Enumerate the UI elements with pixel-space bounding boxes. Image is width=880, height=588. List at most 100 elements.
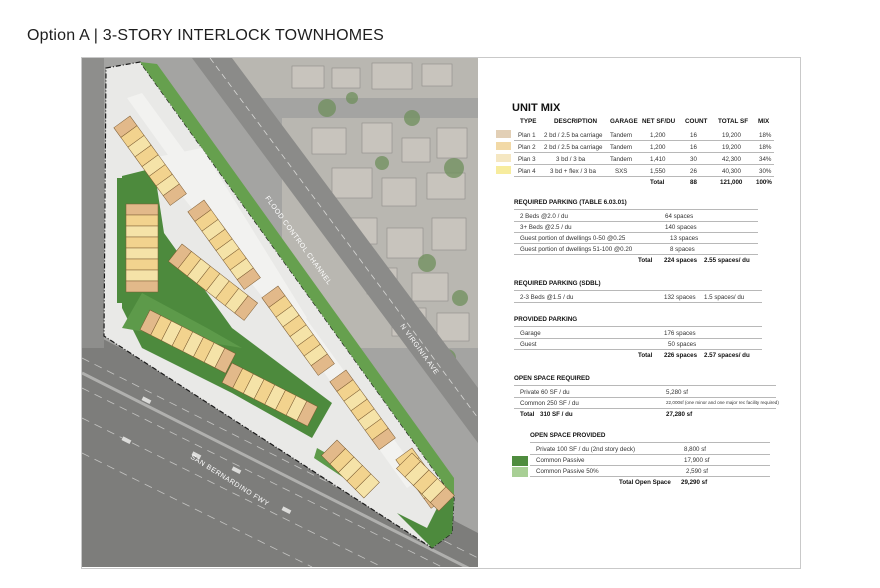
provided-garage-value: 176 spaces	[664, 330, 696, 337]
os-required-total-per-du: 310 SF / du	[540, 411, 573, 418]
provided-garage-label: Garage	[520, 330, 541, 337]
sdbl-row-ratio: 1.5 spaces/ du	[704, 294, 745, 301]
plan-2-total-sf: 19,200	[722, 144, 741, 151]
plan-2-swatch	[496, 142, 511, 150]
plan-3-description: 3 bd / 3 ba	[556, 156, 586, 163]
row-divider	[514, 408, 776, 409]
os-common-value: 22,000sf (one minor and one major rec fa…	[666, 400, 779, 405]
sdbl-parking-title: REQUIRED PARKING (SDBL)	[514, 280, 601, 287]
site-plan: FLOOD CONTROL CHANNEL N VIRGINIA AVE SAN…	[82, 58, 478, 567]
plan-2-type: Plan 2	[518, 144, 536, 151]
plan-1-count: 16	[690, 132, 697, 139]
plan-3-mix: 34%	[759, 156, 772, 163]
row-divider	[514, 338, 762, 339]
plan-3-type: Plan 3	[518, 156, 536, 163]
provided-parking-title: PROVIDED PARKING	[514, 316, 578, 323]
plan-4-type: Plan 4	[518, 168, 536, 175]
row-divider	[530, 454, 770, 455]
col-header-mix: MIX	[758, 118, 770, 125]
plan-2-garage: Tandem	[610, 144, 633, 151]
open-space-required-title: OPEN SPACE REQUIRED	[514, 375, 590, 382]
sdbl-row-value: 132 spaces	[664, 294, 696, 301]
plan-1-net-sf: 1,200	[650, 132, 666, 139]
plan-4-garage: SXS	[615, 168, 628, 175]
data-panel: UNIT MIX TYPE DESCRIPTION GARAGE NET SF/…	[478, 58, 798, 567]
col-header-type: TYPE	[520, 118, 537, 125]
plan-4-description: 3 bd + flex / 3 ba	[550, 168, 596, 175]
req-parking-row-4-value: 8 spaces	[670, 246, 695, 253]
plan-3-count: 30	[690, 156, 697, 163]
req-parking-row-2-label: 3+ Beds @2.5 / du	[520, 224, 572, 231]
os-common-label: Common 250 SF / du	[520, 400, 579, 407]
req-parking-total-ratio: 2.55 spaces/ du	[704, 257, 750, 264]
row-divider	[514, 152, 774, 153]
plan-1-total-sf: 19,200	[722, 132, 741, 139]
req-parking-row-3-value: 13 spaces	[670, 235, 699, 242]
req-parking-row-3-label: Guest portion of dwellings 0-50 @0.25	[520, 235, 626, 242]
req-parking-row-1-label: 2 Beds @2.0 / du	[520, 213, 568, 220]
common-passive-50-swatch	[512, 467, 528, 477]
row-divider	[530, 442, 770, 443]
plan-3-net-sf: 1,410	[650, 156, 666, 163]
req-parking-row-4-label: Guest portion of dwellings 51-100 @0.20	[520, 246, 633, 253]
row-divider	[514, 209, 758, 210]
plan-3-garage: Tandem	[610, 156, 633, 163]
plan-4-mix: 30%	[759, 168, 772, 175]
req-parking-total-value: 224 spaces	[664, 257, 698, 264]
req-parking-total-label: Total	[638, 257, 653, 264]
plan-2-mix: 18%	[759, 144, 772, 151]
required-parking-title: REQUIRED PARKING (TABLE 6.03.01)	[514, 199, 627, 206]
os-required-total-value: 27,280 sf	[666, 411, 693, 418]
unit-mix-title: UNIT MIX	[512, 102, 561, 114]
os-private-label: Private 60 SF / du	[520, 389, 570, 396]
os-private-value: 5,280 sf	[666, 389, 689, 396]
sdbl-row-label: 2-3 Beds @1.5 / du	[520, 294, 574, 301]
col-header-total-sf: TOTAL SF	[718, 118, 749, 125]
provided-guest-value: 50 spaces	[668, 341, 697, 348]
plan-1-type: Plan 1	[518, 132, 536, 139]
row-divider	[514, 302, 762, 303]
row-divider	[514, 164, 774, 165]
plan-3-total-sf: 42,300	[722, 156, 741, 163]
osp-common-passive-50-label: Common Passive 50%	[536, 468, 599, 475]
req-parking-row-1-value: 64 spaces	[665, 213, 694, 220]
provided-guest-label: Guest	[520, 341, 537, 348]
plan-2-description: 2 bd / 2.5 ba carriage	[544, 144, 603, 151]
plan-1-description: 2 bd / 2.5 ba carriage	[544, 132, 603, 139]
osp-total-label: Total Open Space	[619, 479, 671, 486]
open-space-provided-title: OPEN SPACE PROVIDED	[530, 432, 606, 439]
col-header-net-sf: NET SF/DU	[642, 118, 676, 125]
site-plan-drawing: FLOOD CONTROL CHANNEL N VIRGINIA AVE SAN…	[82, 58, 478, 567]
col-header-garage: GARAGE	[610, 118, 638, 125]
plan-4-swatch	[496, 166, 511, 174]
plan-4-total-sf: 40,300	[722, 168, 741, 175]
unit-mix-total-label: Total	[650, 179, 665, 186]
row-divider	[530, 465, 770, 466]
plan-2-count: 16	[690, 144, 697, 151]
row-divider	[514, 221, 758, 222]
plan-2-net-sf: 1,200	[650, 144, 666, 151]
plan-1-mix: 18%	[759, 132, 772, 139]
req-parking-row-2-value: 140 spaces	[665, 224, 697, 231]
plan-4-count: 26	[690, 168, 697, 175]
col-header-description: DESCRIPTION	[554, 118, 598, 125]
row-divider	[514, 254, 758, 255]
unit-mix-total-count: 88	[690, 179, 697, 186]
plan-1-garage: Tandem	[610, 132, 633, 139]
row-divider	[514, 385, 776, 386]
row-divider	[514, 232, 758, 233]
provided-total-value: 226 spaces	[664, 352, 698, 359]
osp-common-passive-value: 17,900 sf	[684, 457, 710, 464]
plan-1-swatch	[496, 130, 511, 138]
plan-3-swatch	[496, 154, 511, 162]
row-divider	[514, 176, 774, 177]
unit-mix-total-sf: 121,000	[720, 179, 743, 186]
row-divider	[514, 243, 758, 244]
row-divider	[514, 397, 776, 398]
osp-total-value: 29,290 sf	[681, 479, 708, 486]
page-title: Option A | 3-STORY INTERLOCK TOWNHOMES	[27, 27, 385, 44]
osp-private-label: Private 100 SF / du (2nd story deck)	[536, 446, 636, 453]
osp-common-passive-50-value: 2,590 sf	[686, 468, 709, 475]
col-header-count: COUNT	[685, 118, 708, 125]
row-divider	[514, 349, 762, 350]
